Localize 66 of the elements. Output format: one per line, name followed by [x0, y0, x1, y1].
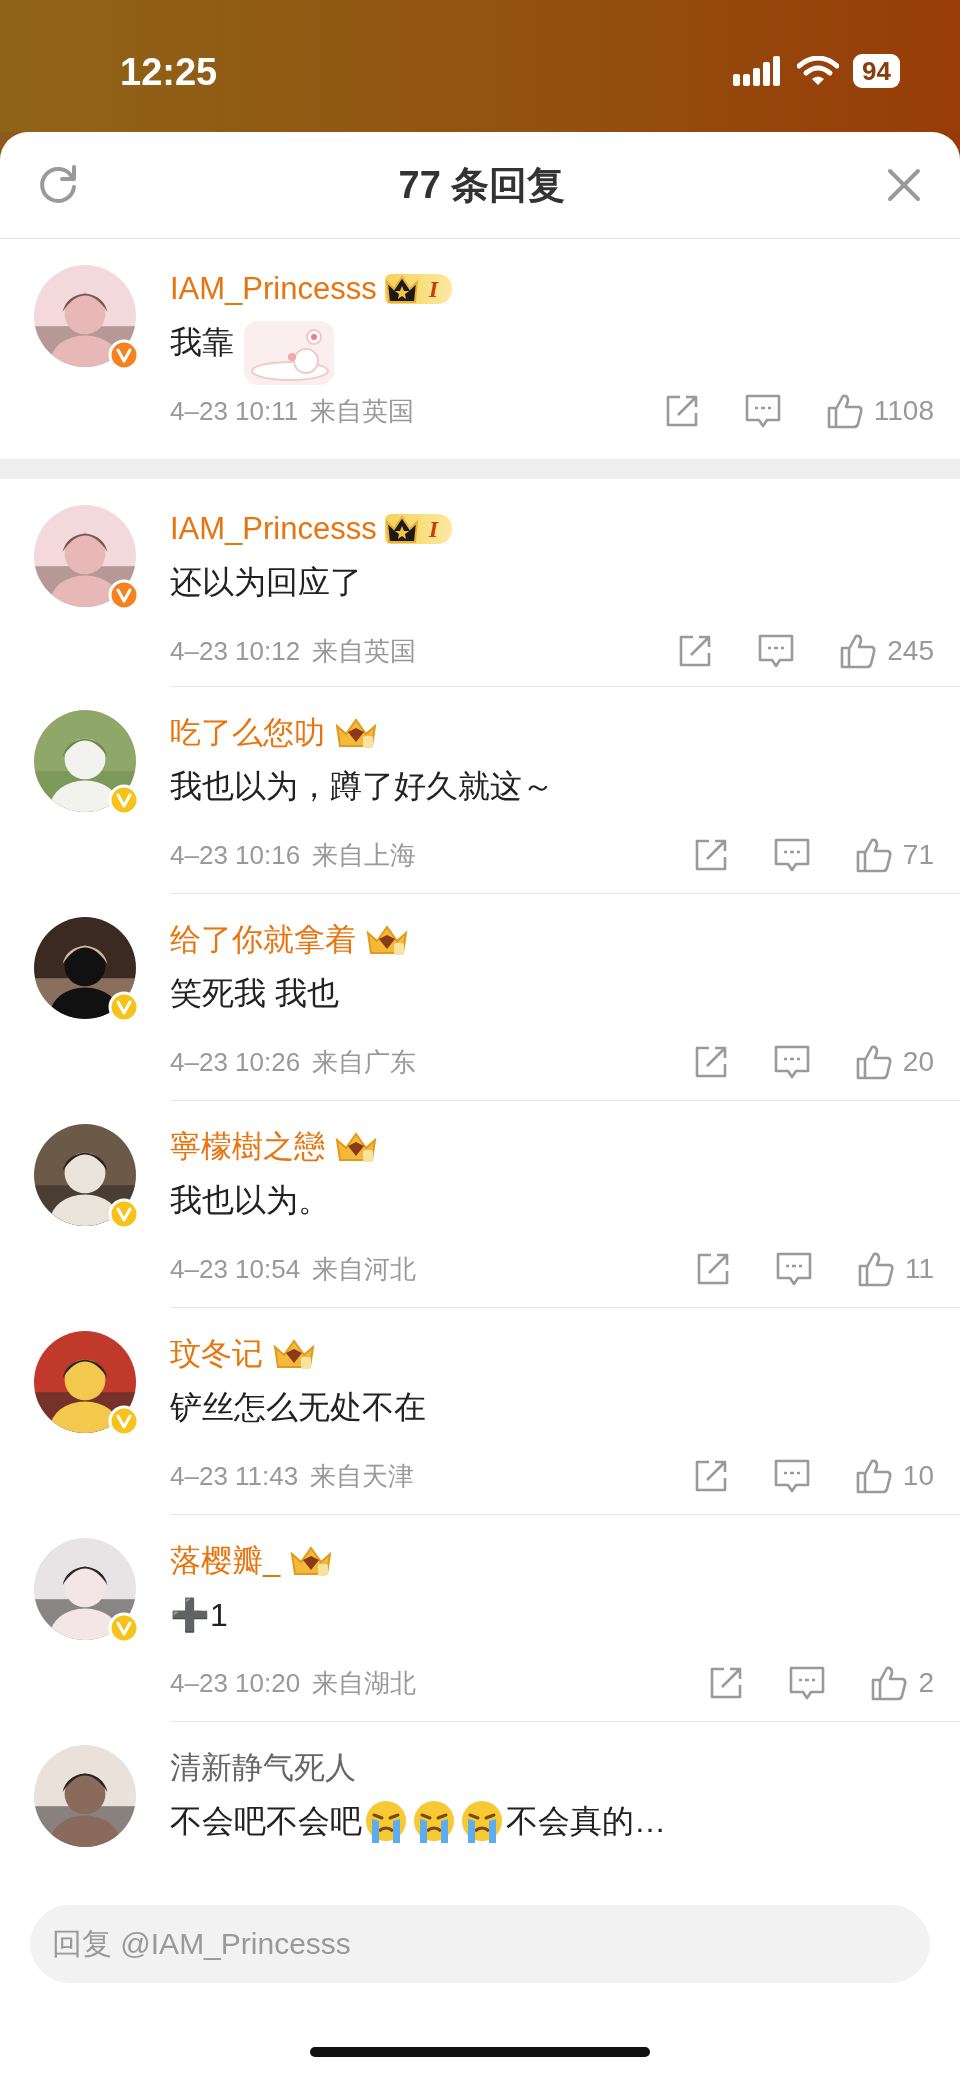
like-count: 2 [918, 1667, 934, 1699]
like-count: 10 [902, 1460, 934, 1492]
comment-location: 来自广东 [312, 1045, 417, 1079]
comment-text: 不会吧不会吧 [170, 1802, 362, 1841]
user-name[interactable]: 清新静气死人 [170, 1747, 356, 1789]
like-count: 1108 [873, 395, 934, 427]
comment-location: 来自英国 [312, 634, 417, 668]
thumbs-up-icon[interactable] [856, 1250, 895, 1288]
comment-icon[interactable] [757, 633, 796, 669]
user-name[interactable]: 玟冬记 [170, 1333, 263, 1375]
battery-level: 94 [853, 54, 900, 88]
wifi-icon [797, 56, 840, 86]
comment-icon[interactable] [772, 1458, 811, 1494]
thumbs-up-icon[interactable] [839, 632, 878, 670]
crying-face-icon [364, 1799, 408, 1845]
comment-text: 我也以为，蹲了好久就这～ [170, 767, 554, 806]
comment-text: 还以为回应了 [170, 563, 362, 602]
comment-text: 笑死我 我也 [170, 974, 339, 1013]
comment-date: 4–23 10:11 [170, 395, 299, 427]
comment-text: 铲丝怎么无处不在 [170, 1388, 426, 1427]
comment-date: 4–23 10:54 [170, 1253, 301, 1285]
comment-icon[interactable] [772, 837, 811, 873]
crying-face-icon [412, 1799, 456, 1845]
comment-location: 来自天津 [310, 1459, 415, 1493]
sheet-title: 77 条回复 [398, 162, 566, 208]
comment-text: ➕1 [170, 1596, 228, 1634]
comment-date: 4–23 10:12 [170, 635, 301, 667]
comment-date: 4–23 10:26 [170, 1046, 301, 1078]
comment-date: 4–23 10:20 [170, 1667, 301, 1699]
user-name[interactable]: IAM_Princesss [170, 271, 377, 307]
comment-date: 4–23 11:43 [170, 1460, 299, 1492]
thumbs-up-icon[interactable] [854, 836, 893, 874]
thumbs-up-icon[interactable] [854, 1043, 893, 1081]
user-name[interactable]: 给了你就拿着 [170, 919, 356, 961]
comment-icon[interactable] [772, 1044, 811, 1080]
like-count: 11 [904, 1253, 934, 1285]
user-name[interactable]: IAM_Princesss [170, 511, 377, 547]
comment-icon[interactable] [788, 1665, 827, 1701]
crying-face-icon [460, 1799, 504, 1845]
user-name[interactable]: 寧檬樹之戀 [170, 1126, 325, 1168]
comment-date: 4–23 10:16 [170, 839, 301, 871]
like-count: 71 [902, 839, 934, 871]
thumbs-up-icon[interactable] [825, 392, 864, 430]
comment-text: 不会真的… [506, 1802, 666, 1841]
comment-text: 我靠 [170, 323, 234, 362]
user-name[interactable]: 吃了么您叻 [170, 712, 325, 754]
comment-location: 来自河北 [312, 1252, 417, 1286]
comment-text: 我也以为。 [170, 1181, 330, 1220]
level-badge: I [384, 514, 453, 544]
crown-badge-icon [271, 1337, 317, 1371]
thumbs-up-icon[interactable] [870, 1664, 909, 1702]
thumbs-up-icon[interactable] [854, 1457, 893, 1495]
comment-icon[interactable] [743, 393, 782, 429]
like-count: 20 [902, 1046, 934, 1078]
level-badge: I [384, 274, 453, 304]
user-name[interactable]: 落樱瓣_ [170, 1540, 281, 1582]
crown-badge-icon [333, 716, 379, 750]
crown-badge-icon [333, 1130, 379, 1164]
reply-field[interactable]: 回复 @IAM_Princesss [30, 1905, 930, 1983]
crown-badge-icon [364, 923, 410, 957]
like-count: 245 [887, 635, 934, 667]
comment-icon[interactable] [774, 1251, 813, 1287]
comment-location: 来自上海 [312, 838, 417, 872]
comment-location: 来自英国 [310, 394, 415, 428]
comment-location: 来自湖北 [312, 1666, 417, 1700]
clock-time: 12:25 [120, 50, 218, 94]
